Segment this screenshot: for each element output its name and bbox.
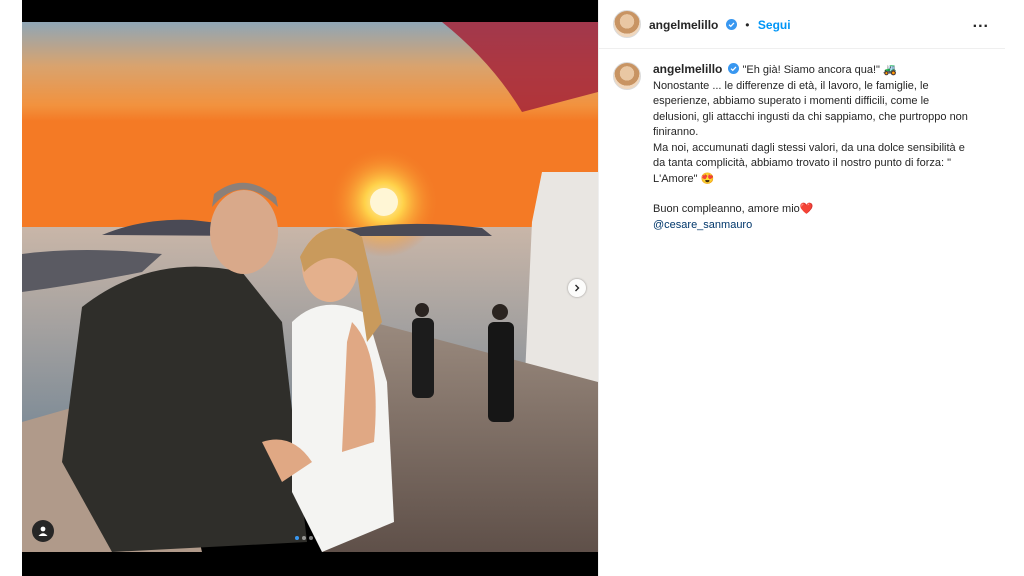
carousel-dot xyxy=(295,536,299,540)
carousel-dot xyxy=(309,536,313,540)
chevron-right-icon xyxy=(575,284,580,292)
verified-badge-icon xyxy=(728,63,740,74)
caption-paragraph-3-text: Buon compleanno, amore mio xyxy=(653,203,800,215)
user-icon xyxy=(38,526,48,536)
post-header: angelmelillo • Segui ... xyxy=(599,0,1005,49)
caption-paragraph-1: Nonostante ... le differenze di età, il … xyxy=(653,79,968,139)
caption-quote: "Eh già! Siamo ancora qua!" xyxy=(742,64,883,76)
post-side-panel: angelmelillo • Segui ... angelmelillo "E… xyxy=(598,0,1005,576)
avatar[interactable] xyxy=(613,10,641,38)
carousel-dot xyxy=(316,536,320,540)
heart-emoji-icon: ❤️ xyxy=(799,203,814,215)
tagged-users-button[interactable] xyxy=(32,520,54,542)
carousel-next-button[interactable] xyxy=(568,279,586,297)
caption-paragraph-2: Ma noi, accumunati dagli stessi valori, … xyxy=(653,141,973,188)
caption-avatar[interactable] xyxy=(613,62,641,90)
caption-spacer xyxy=(653,187,973,202)
caption-username[interactable]: angelmelillo xyxy=(653,62,722,76)
follow-button[interactable]: Segui xyxy=(758,18,791,32)
carousel-dot xyxy=(302,536,306,540)
header-username[interactable]: angelmelillo xyxy=(649,18,718,32)
separator-dot: • xyxy=(745,18,750,32)
caption-paragraph-3: Buon compleanno, amore mio❤️ xyxy=(653,202,973,218)
tractor-emoji-icon: 🚜 xyxy=(883,64,897,76)
carousel-indicator xyxy=(295,536,320,540)
caption-first-line: angelmelillo "Eh già! Siamo ancora qua!"… xyxy=(653,62,973,79)
mention-link[interactable]: @cesare_sanmauro xyxy=(653,219,752,231)
post-caption: angelmelillo "Eh già! Siamo ancora qua!"… xyxy=(653,62,973,233)
post-media[interactable] xyxy=(22,0,598,576)
more-options-icon[interactable]: ... xyxy=(973,14,989,32)
header-user-row: angelmelillo • Segui xyxy=(649,16,791,34)
verified-badge-icon xyxy=(725,19,737,30)
heart-eyes-emoji-icon: 😍 xyxy=(700,172,715,185)
post-photo xyxy=(22,22,598,552)
